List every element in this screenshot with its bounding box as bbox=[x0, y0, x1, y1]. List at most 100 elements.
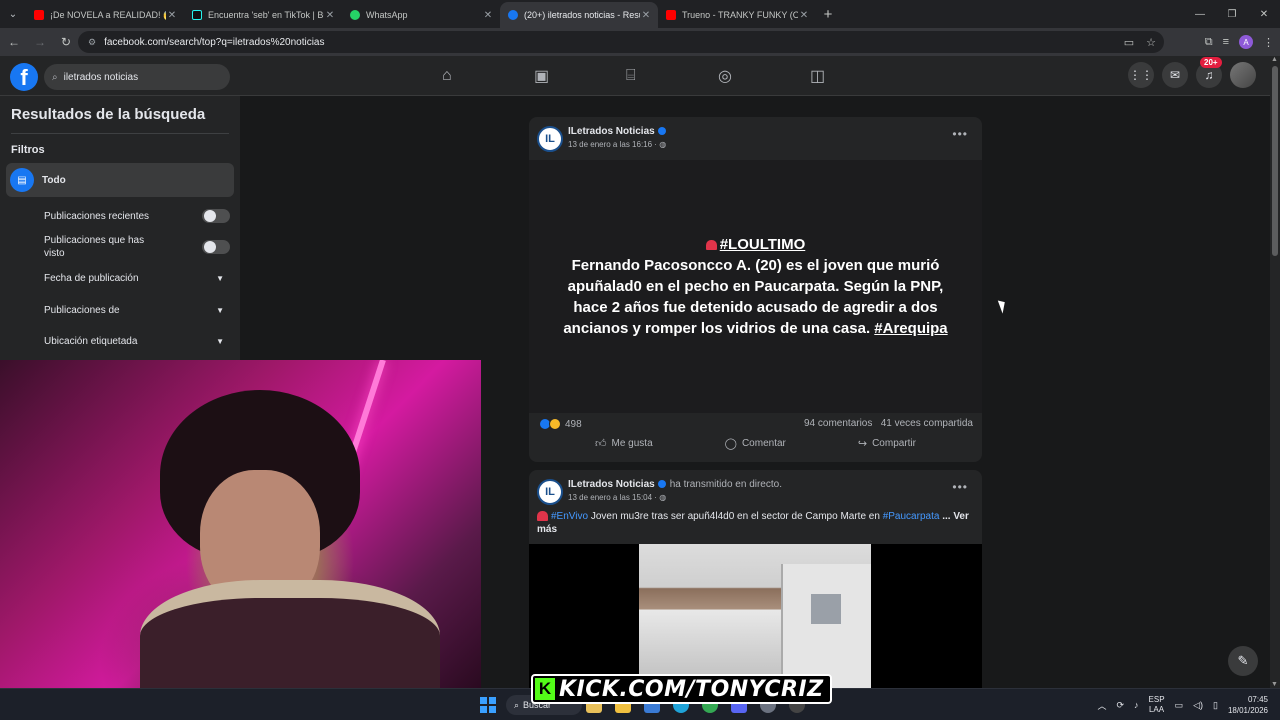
notifications-bell-icon[interactable]: 20+ ♫ bbox=[1196, 57, 1222, 88]
seen-posts-toggle[interactable] bbox=[202, 240, 230, 254]
browser-tab[interactable]: Encuentra 'seb' en TikTok | Busc ✕ bbox=[184, 2, 342, 28]
filter-recent-posts[interactable]: Publicaciones recientes bbox=[44, 209, 230, 223]
scroll-thumb[interactable] bbox=[1272, 66, 1278, 256]
kick-channel-text: KICK.COM/TONYCRIZ bbox=[559, 676, 824, 702]
close-window-icon[interactable]: ✕ bbox=[1248, 0, 1280, 28]
close-tab-icon[interactable]: ✕ bbox=[166, 10, 178, 21]
back-icon[interactable]: ← bbox=[2, 30, 26, 54]
scroll-up-icon[interactable]: ▲ bbox=[1271, 56, 1278, 63]
menu-grid-icon[interactable]: ⋮⋮ bbox=[1128, 62, 1154, 88]
filter-location-dropdown[interactable]: Ubicación etiquetada ▼ bbox=[44, 336, 230, 347]
account-avatar[interactable] bbox=[1230, 62, 1256, 88]
browser-tab[interactable]: Trueno - TRANKY FUNKY (Offici ✕ bbox=[658, 2, 816, 28]
post-timestamp[interactable]: 13 de enero a las 15:04 · bbox=[568, 493, 657, 502]
network-icon[interactable]: ▭ bbox=[1175, 700, 1184, 711]
close-tab-icon[interactable]: ✕ bbox=[482, 10, 494, 21]
input-language[interactable]: ESP LAA bbox=[1149, 695, 1165, 715]
forward-icon[interactable]: → bbox=[28, 30, 52, 54]
page-avatar[interactable]: IL bbox=[537, 126, 563, 152]
battery-icon[interactable]: ▯ bbox=[1213, 700, 1218, 711]
recent-posts-toggle[interactable] bbox=[202, 209, 230, 223]
page-scrollbar[interactable]: ▲ ▼ bbox=[1270, 56, 1280, 688]
browser-toolbar: ← → ↻ ⚙ facebook.com/search/top?q=iletra… bbox=[0, 28, 1280, 56]
reload-icon[interactable]: ↻ bbox=[54, 30, 78, 54]
filter-label: Fecha de publicación bbox=[44, 273, 139, 284]
filter-label: Publicaciones de bbox=[44, 305, 120, 316]
facebook-logo[interactable]: f bbox=[10, 63, 38, 91]
divider bbox=[11, 133, 229, 134]
youtube-icon bbox=[34, 10, 44, 20]
minimize-icon[interactable]: — bbox=[1184, 0, 1216, 28]
browser-tab[interactable]: ¡De NOVELA a REALIDAD! 😱 ✕ bbox=[26, 2, 184, 28]
tab-title: Encuentra 'seb' en TikTok | Busc bbox=[208, 10, 324, 20]
facebook-header: f ⌕ iletrados noticias ⌂ ▣ ⌸ ◎ ◫ ⋮⋮ ✉ 20… bbox=[0, 56, 1270, 96]
hashtag-link[interactable]: #LOULTIMO bbox=[720, 236, 806, 253]
volume-icon[interactable]: ◁) bbox=[1193, 700, 1203, 711]
close-tab-icon[interactable]: ✕ bbox=[640, 10, 652, 21]
comment-icon: ◯ bbox=[724, 438, 737, 450]
browser-tab[interactable]: WhatsApp ✕ bbox=[342, 2, 500, 28]
cast-icon[interactable]: ▭ bbox=[1124, 36, 1134, 49]
restore-icon[interactable]: ❐ bbox=[1216, 0, 1248, 28]
post-caption: #EnVivo Joven mu3re tras ser apuñ4l4d0 e… bbox=[537, 510, 971, 536]
hashtag-link[interactable]: #Arequipa bbox=[874, 320, 947, 337]
browser-tab-active[interactable]: (20+) iletrados noticias - Result ✕ bbox=[500, 2, 658, 28]
search-icon: ⌕ bbox=[514, 699, 520, 710]
filter-all[interactable]: ▤ Todo bbox=[6, 163, 234, 197]
hashtag-link[interactable]: #Paucarpata bbox=[883, 511, 940, 522]
tab-search-icon[interactable]: ⌄ bbox=[0, 0, 26, 28]
profile-avatar[interactable]: A bbox=[1239, 35, 1253, 49]
messenger-icon[interactable]: ✉ bbox=[1162, 62, 1188, 88]
post-options-icon[interactable]: ••• bbox=[952, 127, 968, 141]
filter-date-dropdown[interactable]: Fecha de publicación ▼ bbox=[44, 273, 230, 284]
window-controls: — ❐ ✕ bbox=[1184, 0, 1280, 28]
tab-title: WhatsApp bbox=[366, 10, 408, 20]
globe-icon: ◍ bbox=[659, 140, 667, 149]
page-avatar[interactable]: IL bbox=[537, 479, 563, 505]
close-tab-icon[interactable]: ✕ bbox=[324, 10, 336, 21]
post-action-text: ha transmitido en directo. bbox=[669, 479, 782, 490]
browser-menu-icon[interactable]: ⋮ bbox=[1263, 36, 1274, 49]
groups-icon[interactable]: ◎ bbox=[710, 64, 802, 88]
site-info-icon[interactable]: ⚙ bbox=[88, 37, 96, 48]
marketplace-icon[interactable]: ⌸ bbox=[618, 64, 710, 88]
comment-button[interactable]: ◯ Comentar bbox=[725, 437, 786, 450]
filter-posted-by-dropdown[interactable]: Publicaciones de ▼ bbox=[44, 305, 230, 316]
sidebar-title: Resultados de la búsqueda bbox=[11, 106, 206, 123]
filter-label: Publicaciones recientes bbox=[44, 210, 150, 222]
windows-start-icon[interactable] bbox=[480, 697, 496, 713]
address-bar[interactable]: ⚙ facebook.com/search/top?q=iletrados%20… bbox=[78, 31, 1164, 53]
like-button[interactable]: 👍︎ Me gusta bbox=[595, 437, 653, 450]
post-options-icon[interactable]: ••• bbox=[952, 480, 968, 494]
new-message-button[interactable]: ✎ bbox=[1228, 646, 1258, 676]
filter-seen-posts[interactable]: Publicaciones que has visto bbox=[44, 234, 230, 260]
close-tab-icon[interactable]: ✕ bbox=[798, 10, 810, 21]
comments-count[interactable]: 94 comentarios bbox=[804, 418, 872, 429]
scroll-down-icon[interactable]: ▼ bbox=[1271, 681, 1278, 688]
reactions-summary[interactable]: 498 bbox=[539, 418, 582, 430]
verified-badge-icon bbox=[657, 480, 666, 489]
share-button[interactable]: ↪ Compartir bbox=[858, 437, 916, 450]
post-video[interactable] bbox=[529, 544, 982, 688]
facebook-search-input[interactable]: ⌕ iletrados noticias bbox=[44, 64, 230, 90]
microphone-icon[interactable]: ♪ bbox=[1134, 700, 1139, 710]
hashtag-link[interactable]: #EnVivo bbox=[551, 511, 588, 522]
extensions-icon[interactable]: ⧉ bbox=[1205, 36, 1213, 49]
shares-count[interactable]: 41 veces compartida bbox=[881, 418, 973, 429]
comment-label: Comentar bbox=[741, 438, 786, 449]
filter-all-label: Todo bbox=[42, 174, 66, 186]
app-tray-icon[interactable]: ⟳ bbox=[1117, 700, 1125, 711]
post-author[interactable]: ILetrados Noticias bbox=[568, 479, 655, 490]
gaming-icon[interactable]: ◫ bbox=[802, 64, 894, 88]
streamer-hoodie bbox=[140, 580, 440, 688]
bookmark-star-icon[interactable]: ☆ bbox=[1146, 36, 1156, 49]
post-timestamp[interactable]: 13 de enero a las 16:16 · bbox=[568, 140, 657, 149]
media-control-icon[interactable]: ≡ bbox=[1223, 36, 1229, 48]
home-icon[interactable]: ⌂ bbox=[434, 64, 526, 88]
new-tab-button[interactable]: + bbox=[816, 6, 840, 23]
post-author[interactable]: ILetrados Noticias bbox=[568, 126, 655, 137]
chevron-up-icon[interactable]: ︿ bbox=[1097, 699, 1106, 712]
video-icon[interactable]: ▣ bbox=[526, 64, 618, 88]
clock-date: 18/01/2026 bbox=[1227, 706, 1268, 715]
taskbar-clock[interactable]: 07:45 18/01/2026 bbox=[1228, 694, 1268, 716]
